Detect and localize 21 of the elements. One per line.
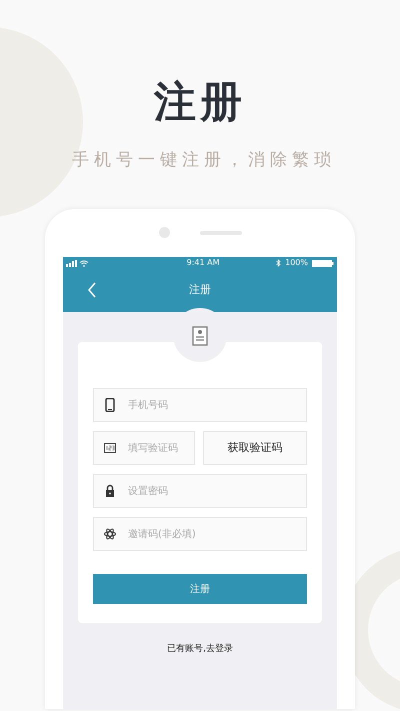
code-icon [104, 441, 116, 455]
login-link[interactable]: 已有账号,去登录 [167, 644, 233, 654]
register-button[interactable]: 注册 [93, 574, 307, 604]
tagline: 手机号一键注册，消除繁琐 [71, 149, 337, 172]
get-code-button[interactable]: 获取验证码 [203, 431, 307, 465]
phone-icon [104, 398, 116, 412]
status-time: 9:41 AM [186, 257, 220, 269]
input-field[interactable]: 填写验证码 [93, 431, 195, 465]
atom-icon [104, 527, 116, 541]
nav-title: 注册 [189, 282, 211, 298]
battery-icon [312, 260, 334, 266]
bluetooth-icon [276, 259, 282, 267]
input-field[interactable]: 设置密码 [93, 474, 307, 508]
signal-wifi-icon [66, 260, 90, 266]
input-field[interactable]: 邀请码(非必填) [93, 517, 307, 551]
profile-card-icon [192, 326, 208, 346]
lock-icon [104, 484, 116, 498]
headline: 注册 [152, 76, 247, 128]
back-icon[interactable] [87, 282, 97, 298]
input-field[interactable]: 手机号码 [93, 388, 307, 422]
battery-percent: 100% [285, 257, 308, 269]
